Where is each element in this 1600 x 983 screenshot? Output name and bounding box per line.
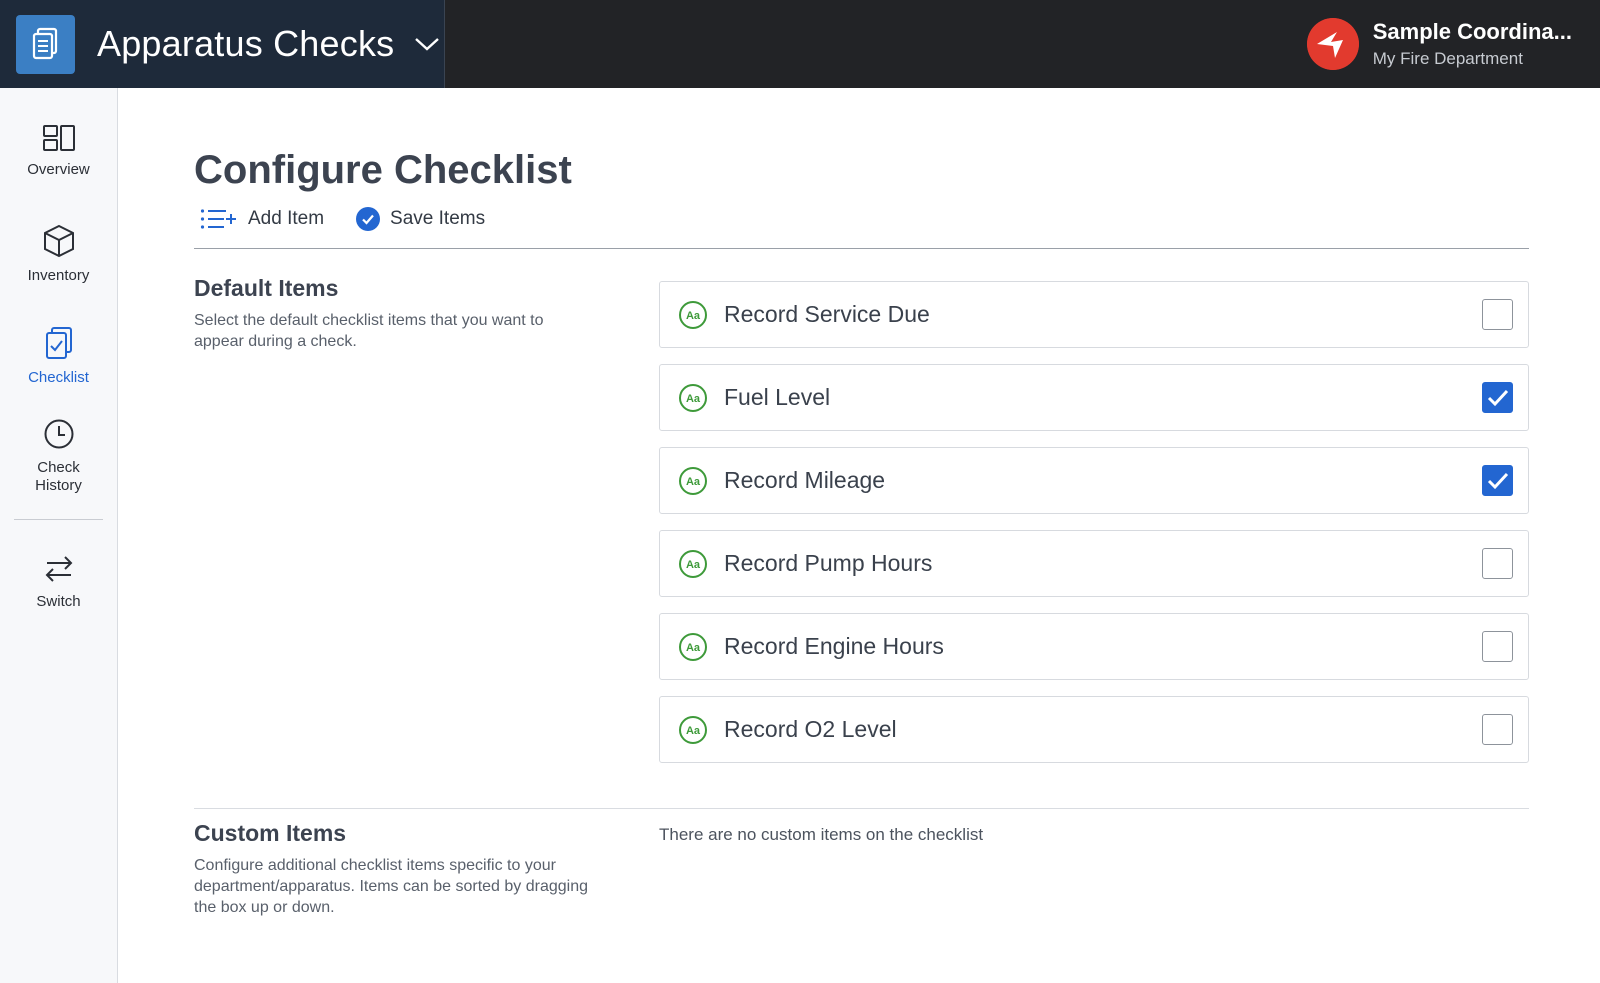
default-items-title: Default Items xyxy=(194,275,339,301)
checklist-item-row[interactable]: Aa Record Pump Hours xyxy=(659,530,1529,597)
svg-text:Aa: Aa xyxy=(686,559,701,571)
app-title: Apparatus Checks xyxy=(97,23,395,64)
checkmark-icon xyxy=(1487,389,1508,406)
user-name: Sample Coordina... xyxy=(1372,19,1572,44)
user-department: My Fire Department xyxy=(1372,49,1523,68)
sidebar-item-label: Check History xyxy=(35,459,82,494)
clipboard-list-icon xyxy=(16,14,75,74)
add-list-icon xyxy=(200,208,238,230)
custom-items-description: Configure additional checklist items spe… xyxy=(194,857,589,916)
chevron-down-icon[interactable] xyxy=(414,36,440,52)
text-field-icon: Aa xyxy=(678,715,708,745)
department-avatar-icon xyxy=(1306,18,1359,70)
page-title: Configure Checklist xyxy=(194,148,572,192)
text-field-icon: Aa xyxy=(678,549,708,579)
text-field-icon: Aa xyxy=(678,466,708,496)
checklist-item-checkbox[interactable] xyxy=(1482,714,1513,745)
checkmark-icon xyxy=(1487,472,1508,489)
toolbar: Add Item Save Items xyxy=(200,203,485,235)
checklist-item-checkbox[interactable] xyxy=(1482,548,1513,579)
svg-text:Aa: Aa xyxy=(686,642,701,654)
default-items-description: Select the default checklist items that … xyxy=(194,312,544,350)
checklist-item-row[interactable]: Aa Record Service Due xyxy=(659,281,1529,348)
checklist-item-label: Record Engine Hours xyxy=(724,633,944,659)
top-bar: Apparatus Checks Sample Coordina... My F… xyxy=(0,0,1600,88)
header-divider xyxy=(194,248,1529,249)
clipboard-check-icon xyxy=(43,326,75,365)
add-item-label: Add Item xyxy=(248,208,325,229)
checklist-item-checkbox[interactable] xyxy=(1482,465,1513,496)
svg-text:Aa: Aa xyxy=(686,310,701,322)
default-items-list: Aa Record Service Due Aa Fuel Level Aa Record… xyxy=(659,281,1529,779)
text-field-icon: Aa xyxy=(678,632,708,662)
sidebar: Overview Inventory Checklist Check Histo… xyxy=(0,88,118,983)
save-items-button[interactable]: Save Items xyxy=(356,207,485,231)
checklist-item-label: Record Pump Hours xyxy=(724,550,933,576)
svg-text:Aa: Aa xyxy=(686,476,701,488)
custom-items-title: Custom Items xyxy=(194,820,347,846)
add-item-button[interactable]: Add Item xyxy=(200,208,324,230)
sidebar-item-inventory[interactable]: Inventory xyxy=(0,224,117,285)
custom-items-empty-message: There are no custom items on the checkli… xyxy=(659,825,984,844)
sidebar-item-label: Checklist xyxy=(28,369,89,386)
sidebar-item-overview[interactable]: Overview xyxy=(0,124,117,179)
save-items-label: Save Items xyxy=(390,208,486,229)
checklist-item-row[interactable]: Aa Fuel Level xyxy=(659,364,1529,431)
svg-text:Aa: Aa xyxy=(686,393,701,405)
checklist-item-label: Fuel Level xyxy=(724,384,831,410)
checklist-item-label: Record O2 Level xyxy=(724,716,897,742)
swap-arrows-icon xyxy=(43,554,75,589)
checklist-item-row[interactable]: Aa Record O2 Level xyxy=(659,696,1529,763)
sidebar-divider xyxy=(14,519,103,520)
sidebar-item-label: Switch xyxy=(36,593,81,610)
text-field-icon: Aa xyxy=(678,383,708,413)
cube-icon xyxy=(42,224,76,263)
sidebar-item-switch[interactable]: Switch xyxy=(0,554,117,611)
checklist-item-label: Record Service Due xyxy=(724,301,930,327)
checklist-item-checkbox[interactable] xyxy=(1482,631,1513,662)
checklist-item-checkbox[interactable] xyxy=(1482,382,1513,413)
section-divider xyxy=(194,808,1529,809)
checklist-item-row[interactable]: Aa Record Engine Hours xyxy=(659,613,1529,680)
user-menu[interactable]: Sample Coordina... My Fire Department xyxy=(1306,0,1572,88)
checklist-item-label: Record Mileage xyxy=(724,467,886,493)
checklist-item-checkbox[interactable] xyxy=(1482,299,1513,330)
clock-icon xyxy=(43,418,75,455)
sidebar-item-check-history[interactable]: Check History xyxy=(0,418,117,495)
check-circle-icon xyxy=(356,207,381,231)
sidebar-item-label: Overview xyxy=(27,161,90,178)
svg-text:Aa: Aa xyxy=(686,725,701,737)
sidebar-item-label: Inventory xyxy=(27,267,90,284)
text-field-icon: Aa xyxy=(678,300,708,330)
sidebar-item-checklist[interactable]: Checklist xyxy=(0,326,117,387)
app-switcher[interactable]: Apparatus Checks xyxy=(0,0,445,88)
dashboard-icon xyxy=(42,124,76,157)
checklist-item-row[interactable]: Aa Record Mileage xyxy=(659,447,1529,514)
